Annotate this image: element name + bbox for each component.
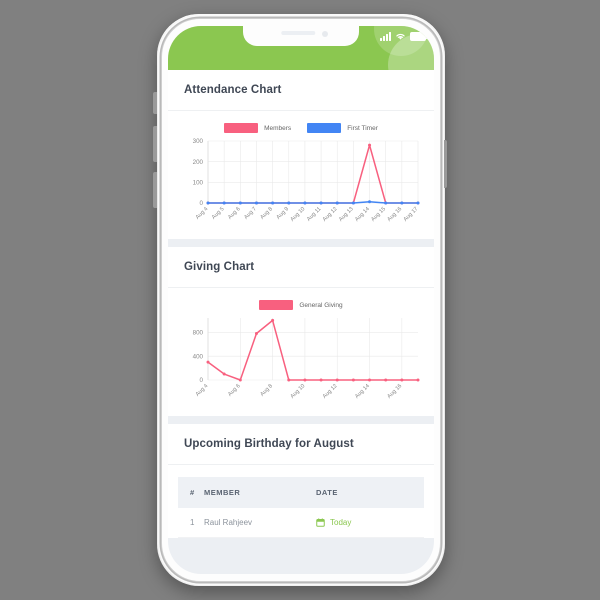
- phone-notch: [243, 26, 359, 46]
- legend-label-members: Members: [264, 124, 292, 132]
- legend-item-members[interactable]: Members: [224, 123, 291, 133]
- svg-text:Aug 6: Aug 6: [227, 206, 242, 221]
- legend-swatch-first-timer: [307, 123, 342, 133]
- phone-screen: Attendance Chart Members First Timer 0 1…: [168, 26, 434, 574]
- row-date-label: Today: [330, 518, 352, 527]
- column-header-number: #: [178, 477, 204, 508]
- legend-swatch-general-giving: [259, 300, 294, 310]
- row-member-name: Raul Rahjeev: [204, 508, 316, 538]
- birthday-table-header: # MEMBER DATE: [178, 477, 424, 508]
- svg-text:400: 400: [193, 353, 204, 360]
- signal-bars-icon: [380, 32, 391, 41]
- svg-text:Aug 14: Aug 14: [354, 206, 371, 223]
- svg-text:Aug 8: Aug 8: [259, 383, 274, 398]
- legend-item-first-timer[interactable]: First Timer: [307, 123, 378, 133]
- app-header: [168, 26, 434, 96]
- battery-icon: [410, 32, 428, 41]
- svg-text:Aug 6: Aug 6: [227, 383, 242, 398]
- svg-text:Aug 4: Aug 4: [195, 206, 210, 221]
- calendar-icon: [316, 518, 325, 527]
- svg-text:Aug 13: Aug 13: [338, 206, 355, 223]
- upcoming-birthday-card: Upcoming Birthday for August # MEMBER DA…: [168, 424, 434, 538]
- giving-chart-plot: 0 400 800 Aug 4 Aug 6 Aug 8 Aug 10 Aug 12 Aug 14…: [193, 318, 420, 400]
- birthday-table-wrapper: # MEMBER DATE 1 Raul Rahjeev Today: [168, 465, 434, 538]
- svg-text:100: 100: [193, 180, 204, 187]
- earpiece-speaker: [281, 31, 316, 35]
- attendance-chart-body: Members First Timer 0 100 200 300 Aug 4 Aug 5…: [168, 111, 434, 239]
- wifi-icon: [395, 32, 406, 41]
- svg-text:200: 200: [193, 159, 204, 166]
- svg-text:Aug 12: Aug 12: [322, 206, 339, 223]
- svg-text:Aug 5: Aug 5: [211, 206, 226, 221]
- giving-chart[interactable]: General Giving 0 400 800 Aug 4 Aug 6 Aug 8 Aug…: [178, 300, 424, 410]
- phone-power-button[interactable]: [443, 140, 447, 188]
- giving-chart-legend: General Giving: [178, 300, 424, 310]
- upcoming-birthday-title: Upcoming Birthday for August: [168, 424, 434, 465]
- front-camera: [322, 30, 328, 37]
- attendance-chart-card: Attendance Chart Members First Timer 0 1…: [168, 70, 434, 239]
- legend-swatch-members: [224, 123, 259, 133]
- svg-text:Aug 8: Aug 8: [259, 206, 274, 221]
- column-header-date: DATE: [316, 477, 424, 508]
- attendance-chart-legend: Members First Timer: [178, 123, 424, 133]
- svg-text:0: 0: [200, 377, 204, 384]
- screen-content-scroll[interactable]: Attendance Chart Members First Timer 0 1…: [168, 70, 434, 574]
- birthday-table-body: 1 Raul Rahjeev Today: [178, 508, 424, 538]
- table-row[interactable]: 1 Raul Rahjeev Today: [178, 508, 424, 538]
- svg-text:Aug 11: Aug 11: [306, 206, 322, 222]
- svg-text:Aug 4: Aug 4: [195, 383, 210, 398]
- svg-text:Aug 16: Aug 16: [386, 383, 403, 400]
- phone-silent-switch[interactable]: [153, 92, 157, 114]
- svg-text:Aug 17: Aug 17: [403, 206, 420, 223]
- svg-text:300: 300: [193, 138, 204, 145]
- table-header-row: # MEMBER DATE: [178, 477, 424, 508]
- svg-text:Aug 15: Aug 15: [370, 206, 387, 223]
- giving-chart-title: Giving Chart: [168, 247, 434, 288]
- row-number: 1: [178, 508, 204, 538]
- svg-text:Aug 14: Aug 14: [354, 383, 371, 400]
- row-date-value-wrapper: Today: [316, 518, 424, 527]
- legend-label-first-timer: First Timer: [347, 124, 378, 132]
- svg-text:Aug 16: Aug 16: [386, 206, 403, 223]
- legend-label-general-giving: General Giving: [299, 301, 343, 309]
- phone-volume-up-button[interactable]: [153, 126, 157, 162]
- attendance-chart-plot: 0 100 200 300 Aug 4 Aug 5 Aug 6 Aug 7 Aug 8 Aug 9…: [193, 138, 420, 223]
- svg-text:Aug 10: Aug 10: [290, 206, 307, 223]
- svg-text:800: 800: [193, 330, 204, 337]
- giving-chart-card: Giving Chart General Giving 0 400 800 Aug 4…: [168, 247, 434, 416]
- birthday-table: # MEMBER DATE 1 Raul Rahjeev Today: [178, 477, 424, 538]
- svg-text:0: 0: [200, 200, 204, 207]
- svg-text:Aug 12: Aug 12: [322, 383, 339, 400]
- screenshot-root: Attendance Chart Members First Timer 0 1…: [0, 0, 600, 600]
- row-date-cell: Today: [316, 508, 424, 538]
- column-header-member: MEMBER: [204, 477, 316, 508]
- status-bar: [380, 32, 428, 41]
- svg-text:Aug 10: Aug 10: [290, 383, 307, 400]
- phone-volume-down-button[interactable]: [153, 172, 157, 208]
- giving-chart-body: General Giving 0 400 800 Aug 4 Aug 6 Aug 8 Aug…: [168, 288, 434, 416]
- svg-text:Aug 7: Aug 7: [243, 206, 258, 221]
- legend-item-general-giving[interactable]: General Giving: [259, 300, 343, 310]
- attendance-chart[interactable]: Members First Timer 0 100 200 300 Aug 4 Aug 5…: [178, 123, 424, 233]
- svg-text:Aug 9: Aug 9: [276, 206, 291, 221]
